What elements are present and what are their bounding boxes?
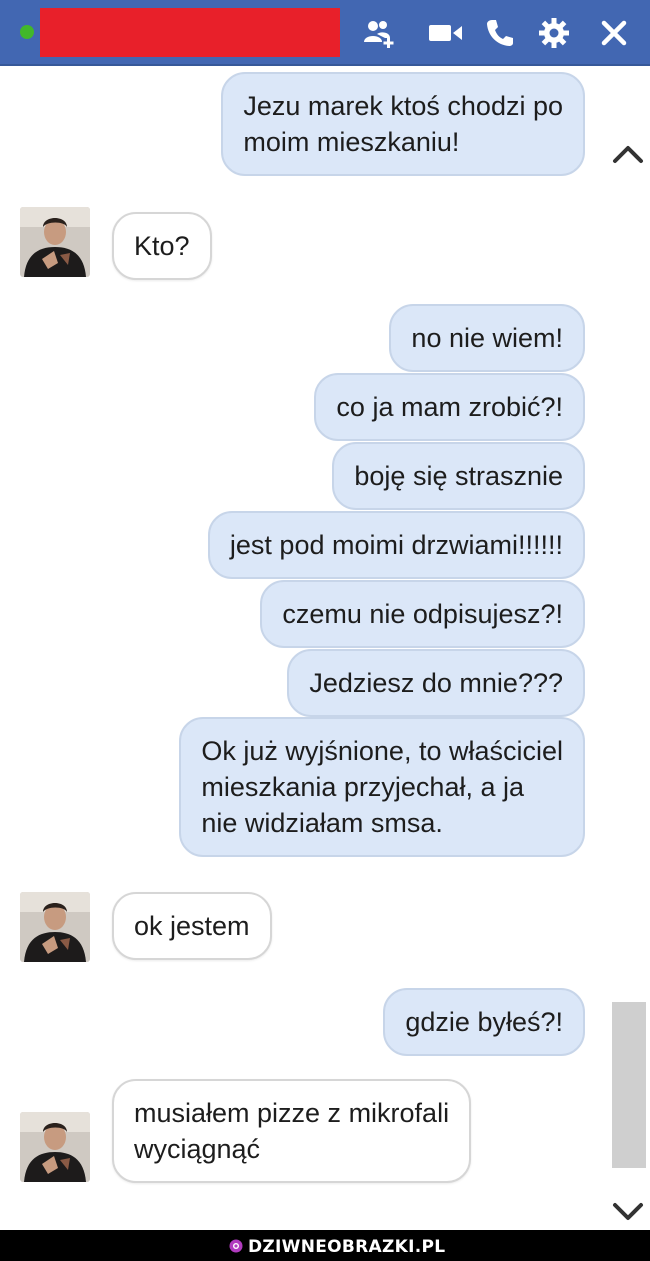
avatar[interactable] [20, 1112, 90, 1182]
message-text-line: ok jestem [134, 911, 250, 941]
watermark-logo-icon [229, 1239, 243, 1253]
message-text-line: jest pod moimi drzwiami!!!!!! [229, 530, 563, 560]
incoming-message-bubble[interactable]: musiałem pizze z mikrofali wyciągnąć [112, 1079, 472, 1183]
incoming-message-bubble[interactable]: ok jestem [112, 892, 272, 960]
outgoing-message-bubble[interactable]: no nie wiem! [389, 304, 585, 372]
gear-icon[interactable] [536, 15, 572, 51]
add-friend-icon[interactable] [362, 15, 398, 51]
online-status-dot [20, 25, 34, 39]
outgoing-message-bubble[interactable]: co ja mam zrobić?! [314, 373, 585, 441]
outgoing-message-bubble[interactable]: Jedziesz do mnie??? [287, 649, 585, 717]
phone-icon[interactable] [482, 15, 518, 51]
scrollbar-thumb[interactable] [612, 1002, 646, 1168]
video-call-icon[interactable] [428, 15, 464, 51]
scroll-down-arrow-icon[interactable] [610, 1194, 646, 1230]
avatar[interactable] [20, 207, 90, 277]
avatar-photo [20, 1112, 90, 1182]
message-text-line: mieszkania przyjechał, a ja [201, 772, 525, 802]
message-text-line: moim mieszkaniu! [243, 127, 460, 157]
outgoing-message-bubble[interactable]: Jezu marek ktoś chodzi po moim mieszkaniu… [221, 72, 585, 176]
message-text-line: boję się strasznie [354, 461, 563, 491]
message-text-line: Ok już wyjśnione, to właściciel [201, 736, 563, 766]
close-icon[interactable] [596, 15, 632, 51]
message-text-line: czemu nie odpisujesz?! [282, 599, 563, 629]
message-text-line: wyciągnąć [134, 1134, 261, 1164]
outgoing-message-bubble[interactable]: czemu nie odpisujesz?! [260, 580, 585, 648]
message-text-line: musiałem pizze z mikrofali [134, 1098, 450, 1128]
message-text-line: nie widziałam smsa. [201, 808, 443, 838]
message-text-line: Kto? [134, 231, 190, 261]
chat-header [0, 0, 650, 66]
watermark: DZIWNEOBRAZKI.PL [228, 1236, 445, 1258]
incoming-message-bubble[interactable]: Kto? [112, 212, 212, 280]
outgoing-message-bubble[interactable]: gdzie byłeś?! [383, 988, 585, 1056]
avatar-photo [20, 892, 90, 962]
outgoing-message-bubble[interactable]: boję się strasznie [332, 442, 585, 510]
avatar[interactable] [20, 892, 90, 962]
scroll-up-arrow-icon[interactable] [610, 136, 646, 172]
message-text-line: no nie wiem! [411, 323, 563, 353]
outgoing-message-bubble[interactable]: jest pod moimi drzwiami!!!!!! [207, 511, 585, 579]
message-text-line: co ja mam zrobić?! [336, 392, 563, 422]
message-text-line: Jezu marek ktoś chodzi po [243, 91, 563, 121]
message-text-line: gdzie byłeś?! [405, 1007, 563, 1037]
message-text-line: Jedziesz do mnie??? [309, 668, 563, 698]
avatar-photo [20, 207, 90, 277]
contact-name-redacted[interactable] [40, 8, 340, 57]
watermark-text: DZIWNEOBRAZKI.PL [248, 1237, 446, 1257]
outgoing-message-bubble[interactable]: Ok już wyjśnione, to właściciel mieszkani… [179, 717, 585, 857]
